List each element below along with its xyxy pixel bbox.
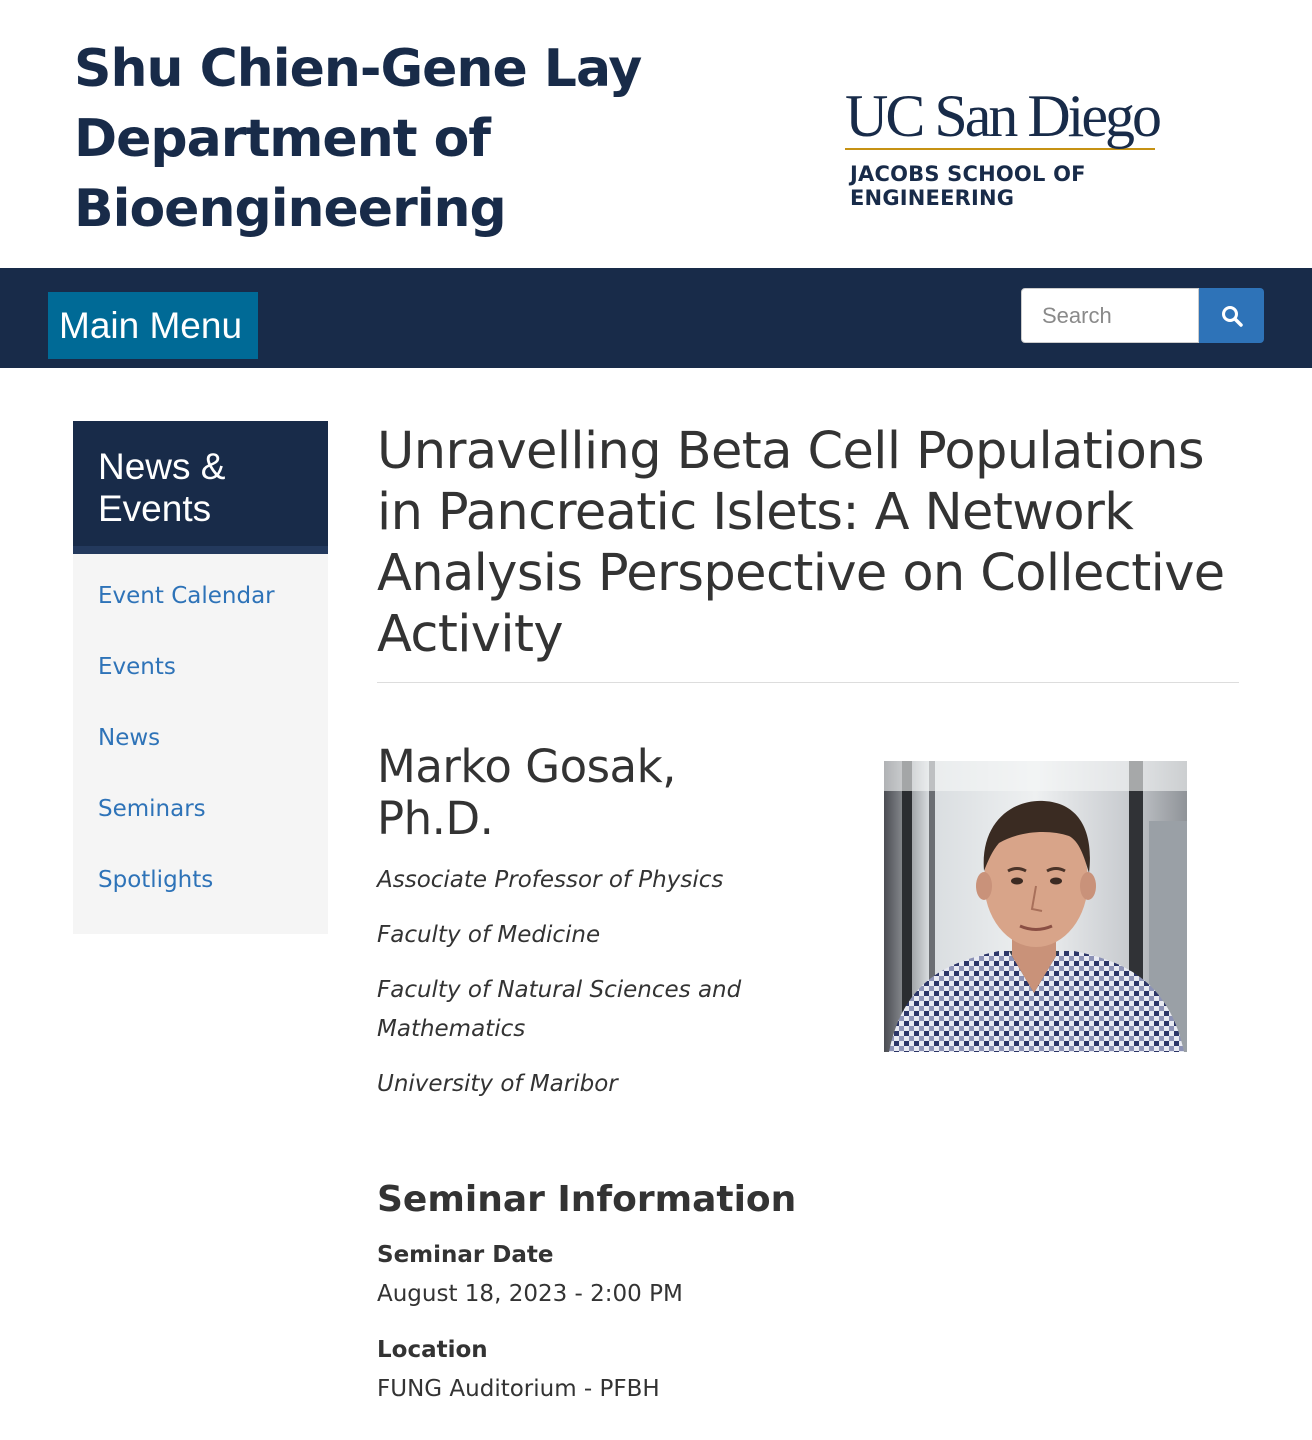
- search-icon: [1221, 305, 1243, 327]
- main-content: Unravelling Beta Cell Populations in Pan…: [377, 421, 1239, 1402]
- speaker-name: Marko Gosak, Ph.D.: [377, 740, 676, 845]
- department-title[interactable]: Shu Chien-Gene Lay Department of Bioengi…: [74, 34, 694, 244]
- logo-subtitle: JACOBS SCHOOL OF ENGINEERING: [850, 162, 1086, 210]
- seminar-heading: Seminar Information: [377, 1179, 797, 1220]
- search-form: [1021, 288, 1264, 344]
- location-label: Location: [377, 1337, 488, 1363]
- sidebar-nav: Event Calendar Events News Seminars Spot…: [73, 554, 328, 934]
- seminar-date-value: August 18, 2023 - 2:00 PM: [377, 1281, 683, 1307]
- title-divider: [377, 682, 1239, 683]
- uc-san-diego-logo[interactable]: UC San Diego JACOBS SCHOOL OF ENGINEERIN…: [845, 83, 1245, 210]
- search-input[interactable]: [1021, 288, 1199, 343]
- logo-wordmark: UC San Diego: [845, 83, 1162, 149]
- main-menu-button[interactable]: Main Menu: [48, 292, 258, 359]
- site-header: Shu Chien-Gene Lay Department of Bioengi…: [0, 0, 1312, 268]
- sidebar-item-events[interactable]: Events: [73, 647, 328, 718]
- seminar-date-label: Seminar Date: [377, 1242, 554, 1268]
- speaker-affiliation: University of Maribor: [377, 1071, 618, 1097]
- page-title: Unravelling Beta Cell Populations in Pan…: [377, 422, 1225, 664]
- main-navbar: Main Menu: [0, 268, 1312, 368]
- speaker-affiliation: Faculty of Natural Sciences and Mathemat…: [377, 977, 742, 1042]
- sidebar-heading: News & Events: [73, 421, 328, 554]
- speaker-info: Marko Gosak, Ph.D. Associate Professor o…: [377, 741, 797, 1104]
- sidebar-item-seminars[interactable]: Seminars: [73, 789, 328, 860]
- sidebar-item-event-calendar[interactable]: Event Calendar: [73, 576, 328, 647]
- search-button[interactable]: [1199, 288, 1264, 343]
- speaker-photo: [884, 761, 1187, 1052]
- location-value: FUNG Auditorium - PFBH: [377, 1376, 660, 1402]
- sidebar-item-spotlights[interactable]: Spotlights: [73, 860, 328, 931]
- speaker-affiliation: Associate Professor of Physics: [377, 867, 724, 893]
- speaker-affiliation: Faculty of Medicine: [377, 922, 601, 948]
- section-sidebar: News & Events Event Calendar Events News…: [73, 421, 328, 934]
- sidebar-item-news[interactable]: News: [73, 718, 328, 789]
- seminar-information: Seminar Information Seminar Date August …: [377, 1178, 977, 1407]
